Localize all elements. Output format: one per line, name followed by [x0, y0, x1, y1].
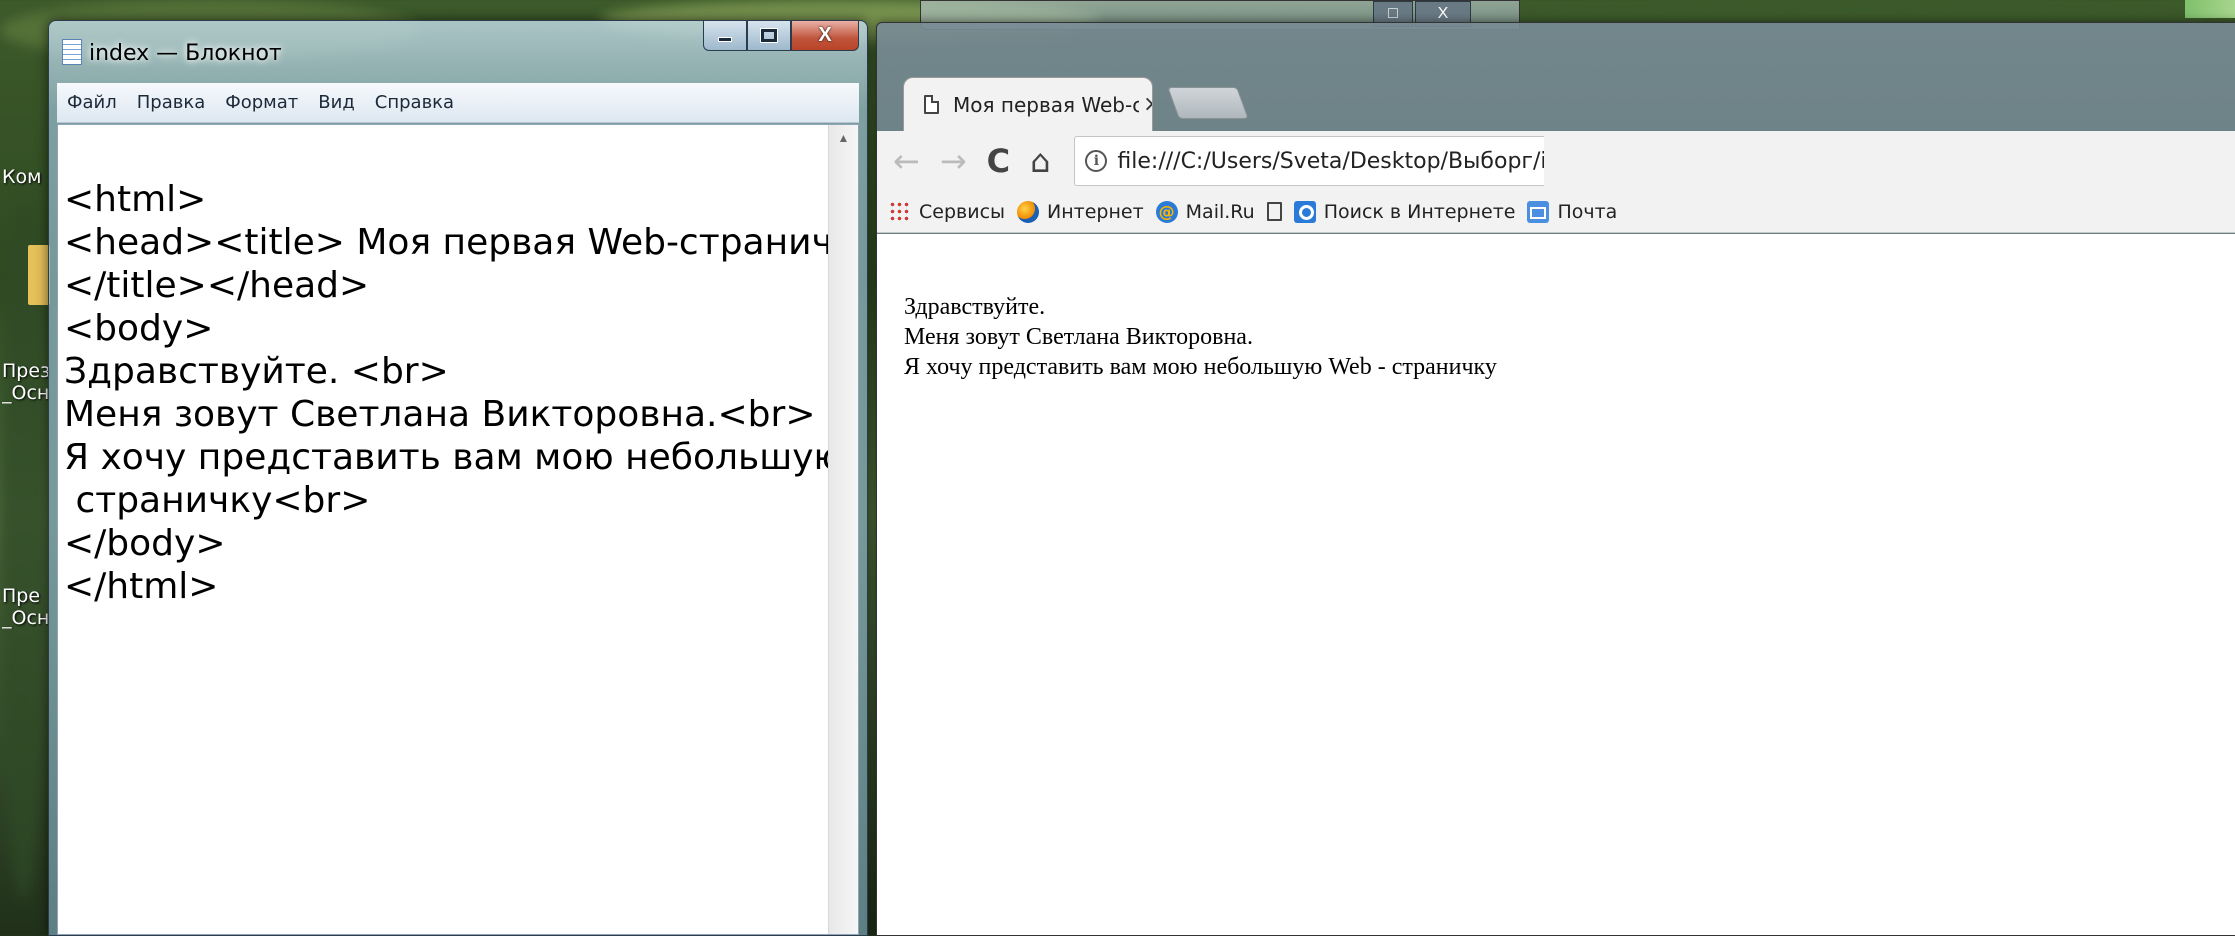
bookmark-label: Mail.Ru: [1185, 200, 1255, 223]
maximize-icon: [761, 29, 777, 42]
minimize-icon: [718, 37, 732, 42]
close-icon: X: [818, 24, 832, 46]
desktop-icon-label-presentation-1[interactable]: През _Осн: [2, 360, 50, 404]
info-icon[interactable]: i: [1085, 150, 1108, 172]
editor-line: </body>: [64, 523, 226, 564]
mailru-icon: [1155, 200, 1178, 223]
editor-line: <head><title> Моя первая Web-страничка: [64, 222, 859, 263]
editor-text[interactable]: <html> <head><title> Моя первая Web-стран…: [64, 135, 859, 694]
page-icon: [924, 95, 939, 114]
page-icon: [1266, 202, 1282, 221]
menu-format[interactable]: Формат: [225, 92, 298, 113]
text-editor[interactable]: <html> <head><title> Моя первая Web-стран…: [57, 124, 859, 935]
address-text: file:///C:/Users/Sveta/Desktop/Выборг/in…: [1117, 148, 1545, 174]
search-icon: [1293, 200, 1316, 223]
background-window-edge: [2185, 0, 2235, 18]
back-arrow-icon[interactable]: ←: [893, 142, 920, 180]
menu-view[interactable]: Вид: [318, 92, 355, 113]
maximize-button[interactable]: [747, 21, 791, 51]
editor-line: <body>: [64, 308, 214, 349]
bookmarks-bar: Сервисы Интернет Mail.Ru Поиск в Интерне…: [877, 191, 2235, 233]
content-line: Меня зовут Светлана Викторовна.: [904, 324, 1253, 350]
bookmark-services[interactable]: Сервисы: [889, 200, 1006, 223]
reload-icon[interactable]: C: [987, 142, 1010, 180]
bookmark-label: Почта: [1557, 200, 1618, 223]
content-line: Я хочу представить вам мою небольшую Web…: [904, 354, 1497, 380]
menu-help[interactable]: Справка: [375, 92, 454, 113]
browser-window: Моя первая Web-стран × ← → C ⌂ i file://…: [876, 22, 2235, 936]
globe-icon: [1017, 200, 1040, 223]
desktop-icon-label-computer[interactable]: Ком: [2, 166, 50, 188]
close-button[interactable]: X: [791, 21, 859, 51]
menu-bar: Файл Правка Формат Вид Справка: [57, 83, 859, 123]
content-line: Здравствуйте.: [904, 294, 1046, 320]
bookmark-label: Интернет: [1047, 200, 1144, 223]
desktop-icon-label-presentation-2[interactable]: Пре _Осн: [2, 585, 50, 629]
tab-strip: Моя первая Web-стран ×: [877, 23, 2235, 131]
tab-title: Моя первая Web-стран: [953, 92, 1139, 117]
page-content: Здравствуйте. Меня зовут Светлана Виктор…: [877, 234, 2235, 935]
bookmark-label: Поиск в Интернете: [1323, 200, 1516, 223]
bookmark-label: Сервисы: [919, 200, 1006, 223]
window-controls: X: [703, 21, 859, 51]
editor-line: <html>: [64, 179, 207, 220]
bookmark-internet[interactable]: Интернет: [1017, 200, 1144, 223]
menu-edit[interactable]: Правка: [137, 92, 206, 113]
window-title: index — Блокнот: [89, 41, 282, 66]
minimize-button[interactable]: [703, 21, 747, 51]
notepad-app-icon: [62, 39, 82, 65]
tab-close-icon[interactable]: ×: [1143, 92, 1152, 117]
desktop-wallpaper-foliage: [0, 200, 46, 900]
editor-line: Меня зовут Светлана Викторовна.<br>: [64, 394, 816, 435]
bookmark-mailru[interactable]: Mail.Ru: [1155, 200, 1255, 223]
address-bar[interactable]: i file:///C:/Users/Sveta/Desktop/Выборг/…: [1074, 136, 1545, 186]
new-tab-button[interactable]: [1167, 87, 1249, 119]
notepad-window: index — Блокнот X Файл Правка Формат Вид…: [48, 20, 868, 936]
editor-line: Здравствуйте. <br>: [64, 351, 449, 392]
browser-tab[interactable]: Моя первая Web-стран ×: [903, 77, 1153, 131]
vertical-scrollbar[interactable]: ▲: [828, 125, 858, 934]
scroll-up-arrow-icon[interactable]: ▲: [829, 131, 858, 145]
forward-arrow-icon[interactable]: →: [940, 142, 967, 180]
bookmark-search[interactable]: Поиск в Интернете: [1293, 200, 1516, 223]
editor-line: страничку<br>: [64, 480, 371, 521]
home-icon[interactable]: ⌂: [1030, 142, 1050, 180]
editor-line: Я хочу представить вам мою небольшую Web: [64, 437, 859, 478]
browser-toolbar: ← → C ⌂ i file:///C:/Users/Sveta/Desktop…: [877, 131, 2235, 191]
menu-file[interactable]: Файл: [67, 92, 117, 113]
notepad-titlebar[interactable]: index — Блокнот X: [49, 21, 867, 83]
editor-line: </html>: [64, 566, 219, 607]
bookmark-page[interactable]: [1266, 202, 1282, 221]
bookmark-mail[interactable]: Почта: [1527, 200, 1618, 223]
folder-icon[interactable]: [28, 245, 50, 305]
envelope-icon: [1527, 200, 1550, 223]
editor-line: </title></head>: [64, 265, 370, 306]
apps-grid-icon: [889, 200, 911, 223]
